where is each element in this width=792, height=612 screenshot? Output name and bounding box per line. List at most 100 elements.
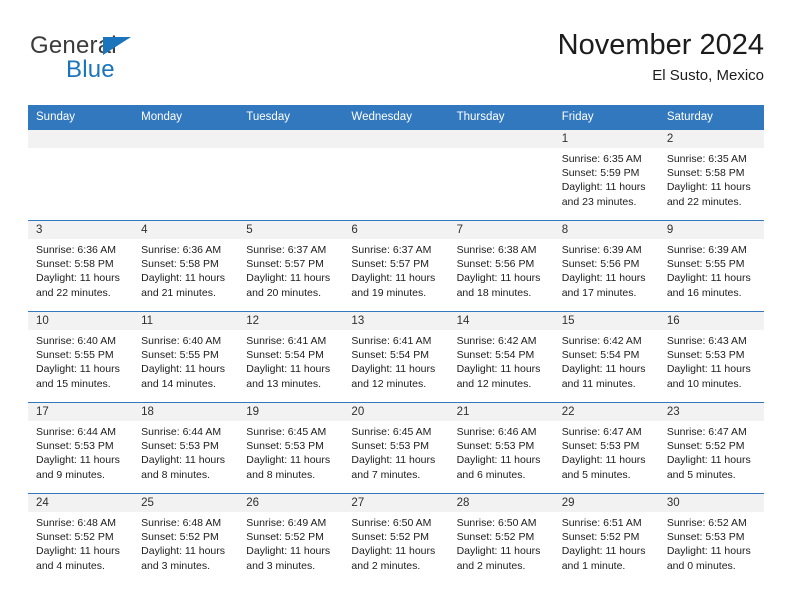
calendar-cell[interactable]: 30 Sunrise: 6:52 AM Sunset: 5:53 PM Dayligh… xyxy=(658,493,764,584)
day-cell: 21 Sunrise: 6:46 AM Sunset: 5:53 PM Dayligh… xyxy=(448,403,554,493)
daylight-text: Daylight: 11 hours and 5 minutes. xyxy=(666,454,751,481)
sunrise-text: Sunrise: 6:41 AM xyxy=(351,335,432,347)
calendar-cell[interactable]: 29 Sunrise: 6:51 AM Sunset: 5:52 PM Dayligh… xyxy=(553,493,659,584)
day-number: 27 xyxy=(343,494,449,512)
calendar-cell[interactable]: 20 Sunrise: 6:45 AM Sunset: 5:53 PM Dayligh… xyxy=(343,402,449,494)
sunset-text: Sunset: 5:56 PM xyxy=(456,258,535,271)
sunrise-text: Sunrise: 6:46 AM xyxy=(456,426,537,438)
sunrise-text: Sunrise: 6:36 AM xyxy=(36,244,116,256)
calendar-cell[interactable]: 4 Sunrise: 6:36 AM Sunset: 5:58 PM Daylight… xyxy=(133,220,239,312)
calendar-cell[interactable] xyxy=(448,129,554,221)
sunrise-text: Sunrise: 6:48 AM xyxy=(36,517,116,529)
calendar-cell[interactable]: 23 Sunrise: 6:47 AM Sunset: 5:52 PM Dayligh… xyxy=(658,402,764,494)
calendar-cell[interactable]: 10 Sunrise: 6:40 AM Sunset: 5:55 PM Dayligh… xyxy=(28,311,134,403)
day-number: 10 xyxy=(28,312,134,330)
calendar-cell[interactable]: 17 Sunrise: 6:44 AM Sunset: 5:53 PM Dayligh… xyxy=(28,402,134,494)
day-cell: 28 Sunrise: 6:50 AM Sunset: 5:52 PM Dayligh… xyxy=(448,494,554,584)
calendar-cell[interactable]: 2 Sunrise: 6:35 AM Sunset: 5:58 PM Daylight… xyxy=(658,129,764,221)
daylight-text: Daylight: 11 hours and 23 minutes. xyxy=(561,181,646,208)
sunset-text: Sunset: 5:52 PM xyxy=(666,440,745,453)
daylight-text: Daylight: 11 hours and 22 minutes. xyxy=(666,181,751,208)
calendar-cell[interactable]: 25 Sunrise: 6:48 AM Sunset: 5:52 PM Dayligh… xyxy=(133,493,239,584)
day-sun-info: Sunrise: 6:38 AM Sunset: 5:56 PM Daylight:… xyxy=(449,239,554,300)
calendar-cell[interactable]: 18 Sunrise: 6:44 AM Sunset: 5:53 PM Dayligh… xyxy=(133,402,239,494)
calendar-cell[interactable]: 27 Sunrise: 6:50 AM Sunset: 5:52 PM Dayligh… xyxy=(343,493,449,584)
calendar-table: Sunday Monday Tuesday Wednesday Thursday… xyxy=(28,105,764,584)
sunset-text: Sunset: 5:55 PM xyxy=(666,258,745,271)
calendar-cell[interactable]: 19 Sunrise: 6:45 AM Sunset: 5:53 PM Dayligh… xyxy=(238,402,344,494)
calendar-cell[interactable] xyxy=(238,129,344,221)
calendar-cell[interactable]: 16 Sunrise: 6:43 AM Sunset: 5:53 PM Dayligh… xyxy=(658,311,764,403)
daylight-text: Daylight: 11 hours and 11 minutes. xyxy=(561,363,646,390)
calendar-cell[interactable] xyxy=(343,129,449,221)
calendar-cell[interactable]: 13 Sunrise: 6:41 AM Sunset: 5:54 PM Dayligh… xyxy=(343,311,449,403)
sunrise-text: Sunrise: 6:38 AM xyxy=(456,244,537,256)
sunrise-text: Sunrise: 6:51 AM xyxy=(561,517,642,529)
calendar-cell[interactable]: 5 Sunrise: 6:37 AM Sunset: 5:57 PM Daylight… xyxy=(238,220,344,312)
day-number: 12 xyxy=(238,312,344,330)
calendar-cell[interactable]: 11 Sunrise: 6:40 AM Sunset: 5:55 PM Dayligh… xyxy=(133,311,239,403)
day-number: 28 xyxy=(448,494,554,512)
calendar-cell[interactable]: 7 Sunrise: 6:38 AM Sunset: 5:56 PM Daylight… xyxy=(448,220,554,312)
day-number: 6 xyxy=(343,221,449,239)
sunset-text: Sunset: 5:56 PM xyxy=(561,258,640,271)
day-cell: 11 Sunrise: 6:40 AM Sunset: 5:55 PM Dayligh… xyxy=(133,312,239,402)
day-number: 5 xyxy=(238,221,344,239)
day-cell xyxy=(133,130,239,220)
sunset-text: Sunset: 5:53 PM xyxy=(141,440,219,453)
sunset-text: Sunset: 5:53 PM xyxy=(561,440,640,453)
calendar-body: 1 Sunrise: 6:35 AM Sunset: 5:59 PM Daylight… xyxy=(28,129,764,584)
calendar-cell[interactable]: 28 Sunrise: 6:50 AM Sunset: 5:52 PM Dayligh… xyxy=(448,493,554,584)
calendar-cell[interactable] xyxy=(28,129,134,221)
sunrise-text: Sunrise: 6:35 AM xyxy=(561,153,642,165)
calendar-cell[interactable]: 12 Sunrise: 6:41 AM Sunset: 5:54 PM Dayligh… xyxy=(238,311,344,403)
daylight-text: Daylight: 11 hours and 0 minutes. xyxy=(666,545,751,572)
day-number: 24 xyxy=(28,494,134,512)
title-block: November 2024 El Susto, Mexico xyxy=(558,28,764,87)
calendar-cell[interactable]: 22 Sunrise: 6:47 AM Sunset: 5:53 PM Dayligh… xyxy=(553,402,659,494)
sunrise-text: Sunrise: 6:52 AM xyxy=(666,517,747,529)
calendar-cell[interactable]: 3 Sunrise: 6:36 AM Sunset: 5:58 PM Daylight… xyxy=(28,220,134,312)
day-cell: 12 Sunrise: 6:41 AM Sunset: 5:54 PM Dayligh… xyxy=(238,312,344,402)
page-header: General Blue November 2024 El Susto, Mex… xyxy=(28,28,764,96)
day-sun-info: Sunrise: 6:48 AM Sunset: 5:52 PM Daylight:… xyxy=(133,512,238,573)
day-sun-info: Sunrise: 6:49 AM Sunset: 5:52 PM Daylight:… xyxy=(238,512,343,573)
day-number xyxy=(343,130,449,148)
daylight-text: Daylight: 11 hours and 2 minutes. xyxy=(351,545,436,572)
sunset-text: Sunset: 5:54 PM xyxy=(456,349,535,362)
calendar-cell[interactable]: 14 Sunrise: 6:42 AM Sunset: 5:54 PM Dayligh… xyxy=(448,311,554,403)
page-subtitle: El Susto, Mexico xyxy=(652,67,764,84)
general-blue-logo[interactable]: General Blue xyxy=(30,32,230,90)
sunrise-text: Sunrise: 6:49 AM xyxy=(246,517,327,529)
logo-word-blue: Blue xyxy=(66,56,115,83)
calendar-cell[interactable]: 6 Sunrise: 6:37 AM Sunset: 5:57 PM Daylight… xyxy=(343,220,449,312)
day-cell: 4 Sunrise: 6:36 AM Sunset: 5:58 PM Daylight… xyxy=(133,221,239,311)
daylight-text: Daylight: 11 hours and 6 minutes. xyxy=(456,454,541,481)
sunrise-text: Sunrise: 6:39 AM xyxy=(666,244,747,256)
sunrise-text: Sunrise: 6:40 AM xyxy=(36,335,116,347)
calendar-cell[interactable]: 24 Sunrise: 6:48 AM Sunset: 5:52 PM Dayligh… xyxy=(28,493,134,584)
daylight-text: Daylight: 11 hours and 2 minutes. xyxy=(456,545,541,572)
daylight-text: Daylight: 11 hours and 15 minutes. xyxy=(36,363,120,390)
sunset-text: Sunset: 5:52 PM xyxy=(246,531,324,544)
day-cell: 23 Sunrise: 6:47 AM Sunset: 5:52 PM Dayligh… xyxy=(658,403,764,493)
day-sun-info: Sunrise: 6:42 AM Sunset: 5:54 PM Daylight:… xyxy=(554,330,659,391)
day-cell: 17 Sunrise: 6:44 AM Sunset: 5:53 PM Dayligh… xyxy=(28,403,134,493)
calendar-cell[interactable]: 8 Sunrise: 6:39 AM Sunset: 5:56 PM Daylight… xyxy=(553,220,659,312)
sunset-text: Sunset: 5:59 PM xyxy=(561,167,640,180)
day-sun-info: Sunrise: 6:41 AM Sunset: 5:54 PM Daylight:… xyxy=(238,330,343,391)
calendar-cell[interactable]: 26 Sunrise: 6:49 AM Sunset: 5:52 PM Dayligh… xyxy=(238,493,344,584)
calendar-cell[interactable]: 21 Sunrise: 6:46 AM Sunset: 5:53 PM Dayligh… xyxy=(448,402,554,494)
sunset-text: Sunset: 5:54 PM xyxy=(246,349,324,362)
calendar-cell[interactable]: 1 Sunrise: 6:35 AM Sunset: 5:59 PM Daylight… xyxy=(553,129,659,221)
daylight-text: Daylight: 11 hours and 10 minutes. xyxy=(666,363,751,390)
calendar-cell[interactable] xyxy=(133,129,239,221)
day-number: 9 xyxy=(658,221,764,239)
calendar-cell[interactable]: 15 Sunrise: 6:42 AM Sunset: 5:54 PM Dayligh… xyxy=(553,311,659,403)
day-cell xyxy=(28,130,134,220)
day-number: 19 xyxy=(238,403,344,421)
day-cell: 16 Sunrise: 6:43 AM Sunset: 5:53 PM Dayligh… xyxy=(658,312,764,402)
calendar-cell[interactable]: 9 Sunrise: 6:39 AM Sunset: 5:55 PM Daylight… xyxy=(658,220,764,312)
sunset-text: Sunset: 5:55 PM xyxy=(36,349,114,362)
day-number: 20 xyxy=(343,403,449,421)
